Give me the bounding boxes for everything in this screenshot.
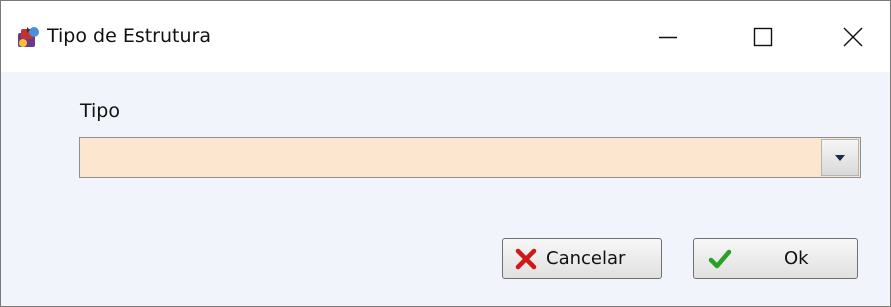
title-bar[interactable]: Tipo de Estrutura (1, 1, 890, 72)
minimize-button[interactable] (633, 1, 703, 72)
application-icon (15, 24, 41, 50)
tipo-dropdown-button[interactable] (821, 139, 859, 176)
close-icon (843, 27, 863, 47)
tipo-combobox[interactable] (79, 137, 861, 178)
cancel-button[interactable]: Cancelar (502, 238, 662, 279)
dialog-window: Tipo de Estrutura Tipo Cancelar Ok (0, 0, 891, 307)
tipo-label: Tipo (80, 100, 120, 122)
maximize-button[interactable] (728, 1, 798, 72)
window-title: Tipo de Estrutura (47, 25, 211, 47)
chevron-down-icon (834, 154, 846, 162)
ok-label: Ok (784, 248, 809, 269)
checkmark-icon (708, 248, 732, 270)
maximize-icon (753, 27, 773, 47)
minimize-icon (658, 27, 678, 47)
close-button[interactable] (818, 1, 888, 72)
x-icon (515, 248, 537, 270)
ok-button[interactable]: Ok (693, 238, 858, 279)
cancel-label: Cancelar (546, 248, 626, 269)
dialog-content: Tipo Cancelar Ok (1, 72, 890, 306)
